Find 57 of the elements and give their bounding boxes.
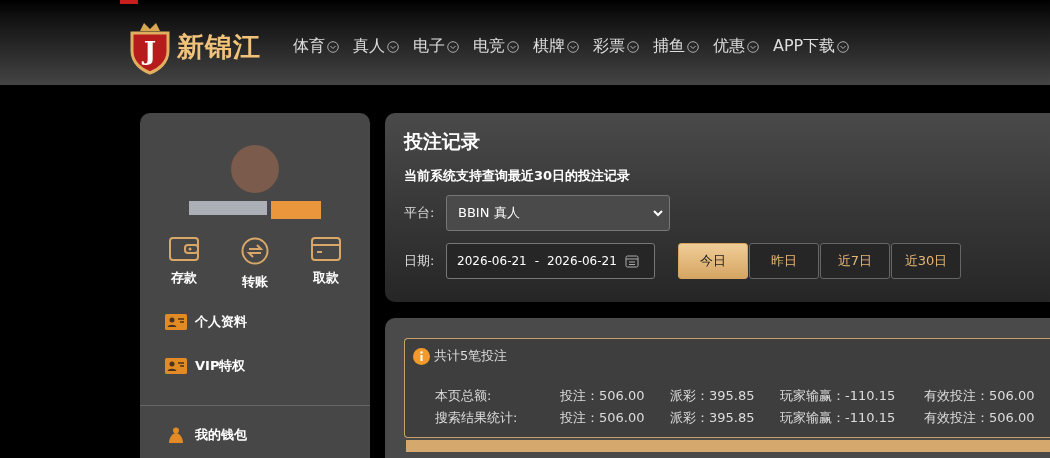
stat-value: 有效投注：506.00 [924, 409, 1036, 427]
nav-link[interactable]: APP下载 [771, 36, 852, 57]
date-range-field[interactable]: 2026-06-21 - 2026-06-21 [446, 243, 655, 279]
info-note: 当前系统支持查询最近30日的投注记录 [404, 167, 632, 185]
logo-text[interactable]: 新锦江 [177, 28, 261, 65]
nav-link[interactable]: 体育 [291, 36, 341, 57]
transfer-icon [241, 237, 269, 265]
chevron-down-icon [387, 40, 399, 53]
stat-value: 派彩：395.85 [670, 409, 756, 427]
quick-action-button[interactable]: 转账 [241, 237, 269, 291]
tag-icon [120, 0, 138, 4]
stat-value: 投注：506.00 [560, 409, 646, 427]
wallet-icon [169, 237, 199, 261]
chevron-down-icon [507, 40, 519, 53]
stat-value: 玩家输赢：-110.15 [780, 387, 897, 405]
chevron-down-icon [747, 40, 759, 53]
stat-value: 派彩：395.85 [670, 387, 756, 405]
field-label: 日期: [404, 252, 436, 270]
chevron-down-icon [327, 40, 339, 53]
vip-badge-placeholder [271, 201, 321, 219]
stat-value: 投注：506.00 [560, 387, 646, 405]
avatar-circle [231, 145, 279, 193]
row-label: 本页总额: [435, 387, 493, 405]
nav-link[interactable]: 电竞 [471, 36, 521, 57]
sidebar-item[interactable]: VIP特权 [165, 357, 370, 375]
stat-value: 有效投注：506.00 [924, 387, 1036, 405]
nav-link[interactable]: 捕鱼 [651, 36, 701, 57]
date-range-button[interactable]: 近7日 [820, 243, 890, 279]
id-card-icon [165, 314, 187, 330]
nav-link[interactable]: 棋牌 [531, 36, 581, 57]
quick-action-button[interactable]: 取款 [311, 237, 341, 291]
chevron-down-icon [687, 40, 699, 53]
chevron-down-icon [627, 40, 639, 53]
page-title: 投注记录 [404, 129, 481, 154]
platform-dropdown[interactable]: BBIN 真人 [446, 195, 670, 231]
date-range-button[interactable]: 昨日 [749, 243, 819, 279]
row-label: 搜索结果统计: [435, 409, 519, 427]
nav-link[interactable]: 彩票 [591, 36, 641, 57]
id-card-icon [165, 358, 187, 374]
chevron-down-icon [653, 209, 663, 217]
quick-action-button[interactable]: 存款 [169, 237, 199, 291]
nav-link[interactable]: 电子 [411, 36, 461, 57]
sidebar-item[interactable]: 我的钱包 [165, 426, 370, 444]
nav-link[interactable]: 真人 [351, 36, 401, 57]
chevron-down-icon [447, 40, 459, 53]
field-label: 平台: [404, 204, 436, 222]
info-icon [413, 347, 430, 365]
bet-count-text: 共计5笔投注 [434, 347, 508, 365]
nav-link[interactable]: 优惠 [711, 36, 761, 57]
card-icon [311, 237, 341, 261]
sidebar-item[interactable]: 个人资料 [165, 313, 370, 331]
stat-value: 玩家输赢：-110.15 [780, 409, 897, 427]
date-range-button[interactable]: 今日 [678, 243, 748, 279]
chevron-down-icon [567, 40, 579, 53]
chevron-down-icon [837, 40, 850, 53]
date-range-button[interactable]: 近30日 [891, 243, 961, 279]
calendar-icon [624, 254, 639, 268]
